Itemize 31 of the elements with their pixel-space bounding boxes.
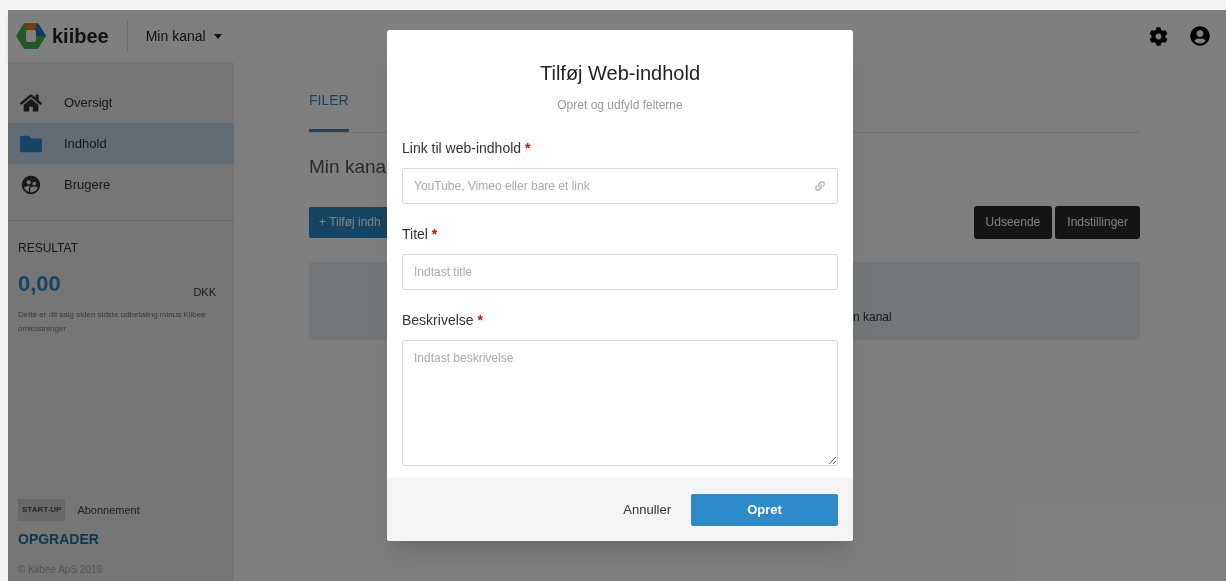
channel-menu[interactable]: Min kanal: [145, 25, 222, 47]
upgrade-link[interactable]: OPGRADER: [18, 529, 224, 550]
sidebar-item[interactable]: Indhold: [8, 123, 234, 164]
page-heading: Min kana: [309, 155, 388, 179]
cancel-button[interactable]: Annuller: [621, 499, 673, 520]
settings-icon[interactable]: [1149, 26, 1168, 46]
settings-button[interactable]: Indstillinger: [1055, 205, 1140, 239]
appearance-button[interactable]: Udseende: [973, 205, 1053, 239]
account-icon[interactable]: [1190, 26, 1210, 46]
files-tab[interactable]: FILER: [309, 61, 349, 132]
link-icon: [815, 181, 825, 191]
dialog-title: Tilføj Web-indhold: [538, 61, 702, 86]
currency-label: DKK: [193, 284, 217, 300]
caret-icon: [213, 33, 222, 39]
plan-badge: START-UP: [18, 499, 66, 521]
field-label: Titel *: [402, 225, 439, 244]
result-amount: 0,00: [18, 270, 61, 298]
title-field[interactable]: Indtast title: [402, 254, 838, 290]
create-button[interactable]: Opret: [691, 493, 838, 526]
home-icon: [20, 91, 42, 114]
field-label: Beskrivelse *: [402, 311, 484, 330]
link-field[interactable]: YouTube, Vimeo eller bare et link: [402, 168, 838, 204]
result-label: RESULTAT: [18, 240, 79, 257]
users-icon: [20, 173, 42, 196]
dialog-subtitle: Opret og udfyld felterne: [556, 97, 684, 114]
field-label: Link til web-indhold *: [402, 139, 532, 158]
info-text: n kanal: [853, 308, 892, 326]
logo-text: kiibee: [52, 24, 109, 49]
logo-icon: [16, 23, 46, 49]
description-field[interactable]: Indtast beskrivelse: [402, 340, 838, 466]
plan-label: Abonnement: [77, 502, 140, 518]
